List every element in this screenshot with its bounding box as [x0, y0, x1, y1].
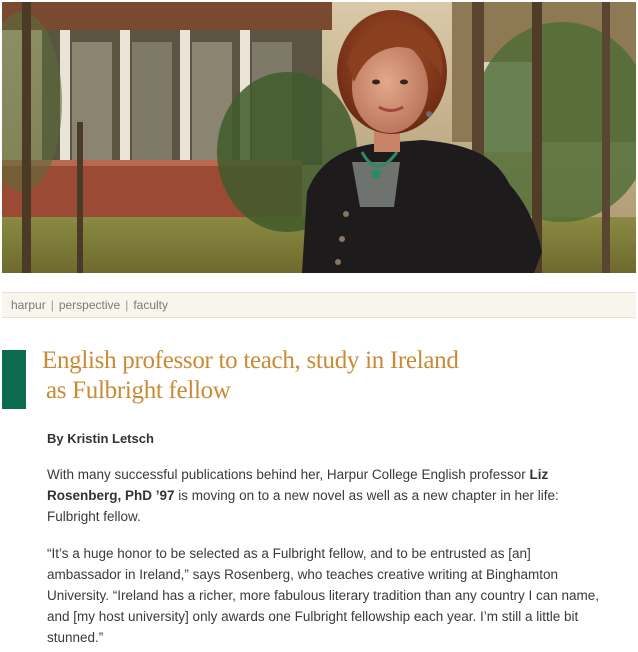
headline-line-1: English professor to teach, study in Ire…	[42, 347, 459, 374]
article-paragraph-1: With many successful publications behind…	[47, 464, 607, 527]
breadcrumb-separator: |	[50, 298, 54, 312]
hero-photo	[2, 2, 636, 273]
headline-accent-bar	[2, 350, 26, 409]
article-headline: English professor to teach, study in Ire…	[42, 346, 512, 406]
breadcrumb: harpur | perspective | faculty	[2, 292, 636, 318]
breadcrumb-perspective[interactable]: perspective	[59, 298, 120, 312]
article-byline: By Kristin Letsch	[47, 431, 154, 446]
breadcrumb-faculty[interactable]: faculty	[133, 298, 168, 312]
headline-line-2: as Fulbright fellow	[46, 377, 231, 404]
breadcrumb-separator: |	[125, 298, 129, 312]
article-paragraph-2: “It’s a huge honor to be selected as a F…	[47, 546, 600, 645]
breadcrumb-harpur[interactable]: harpur	[11, 298, 46, 312]
portrait-illustration	[2, 2, 636, 273]
paragraph-1-lead: With many successful publications behind…	[47, 467, 530, 482]
